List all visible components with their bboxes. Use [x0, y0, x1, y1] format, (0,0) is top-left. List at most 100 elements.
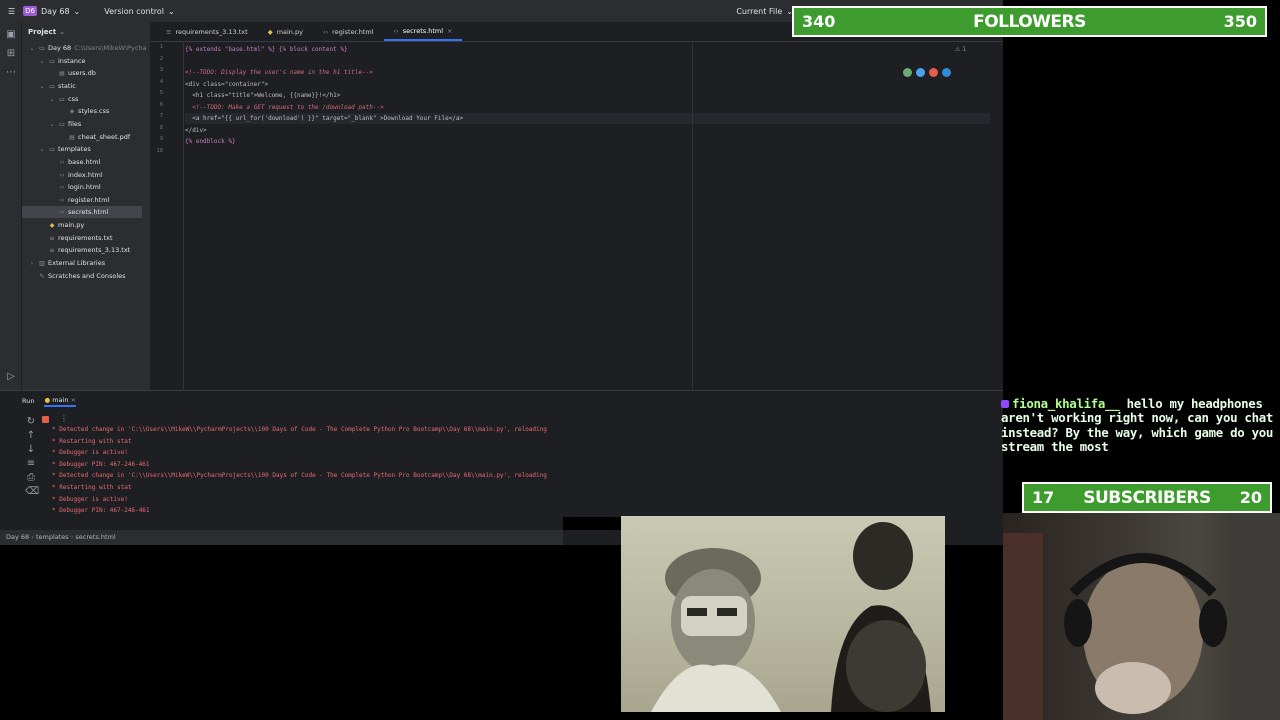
chevron-right-icon[interactable]: › — [28, 258, 36, 270]
chevron-down-icon[interactable]: ⌄ — [38, 81, 46, 93]
right-margin-guide — [692, 42, 693, 390]
chevron-down-icon[interactable]: ⌄ — [38, 144, 46, 156]
tree-item[interactable]: ✎ Scratches and Consoles — [22, 270, 125, 282]
editor-tab[interactable]: ◆ main.py — [258, 22, 313, 41]
run-panel-label: Run — [22, 397, 35, 405]
code-line[interactable]: </div> — [185, 125, 207, 136]
more-options-icon[interactable]: ⋮ — [60, 414, 68, 423]
chrome-icon[interactable] — [916, 68, 925, 77]
tree-item[interactable]: ⌄ ▭ templates — [22, 143, 91, 156]
tree-item[interactable]: › ▥ External Libraries — [22, 257, 105, 269]
line-number: 7 — [159, 113, 163, 119]
run-icon[interactable]: ▷ — [5, 371, 17, 383]
tree-item-label: templates — [58, 145, 91, 154]
css-file-icon: ◈ — [69, 108, 75, 116]
editor-tab[interactable]: ‹› secrets.html × — [383, 21, 463, 41]
pdf-file-icon: ▤ — [69, 133, 75, 141]
tree-item[interactable]: ‹› index.html — [22, 169, 103, 181]
chevron-down-icon[interactable]: ⌄ — [38, 56, 46, 68]
breadcrumb-item[interactable]: Day 68 — [6, 533, 29, 541]
print-icon[interactable]: ⎙ — [25, 472, 37, 484]
project-panel: Project ⌄ ⌄ ▭ Day 68 C:\Users\MikeW\Pycha ⌄ ▭… — [22, 22, 150, 390]
project-panel-header[interactable]: Project ⌄ — [22, 22, 150, 42]
run-config-tab[interactable]: ● main × — [44, 396, 76, 407]
tree-item-label: base.html — [68, 157, 101, 166]
code-line[interactable]: <!--TODO: Display the user's name in the… — [185, 67, 373, 78]
structure-icon[interactable]: ⊞ — [5, 48, 17, 60]
folder-icon: ▭ — [49, 57, 55, 65]
ide-window: ☰ D6 Day 68 ⌄ Version control ⌄ Current … — [0, 0, 1003, 545]
chevron-down-icon[interactable]: ⌄ — [48, 94, 56, 106]
console-line: * Detected change in 'C:\\Users\\MikeW\\… — [52, 426, 547, 433]
vcs-label: Version control — [104, 6, 164, 16]
stop-icon[interactable] — [42, 416, 49, 423]
rerun-icon[interactable]: ↻ — [25, 416, 37, 428]
text-file-icon: ≡ — [49, 234, 55, 242]
code-line[interactable]: <a href="{{ url_for('download') }}" targ… — [185, 113, 463, 124]
html-file-icon: ‹› — [59, 184, 65, 192]
run-tab-label: main — [52, 395, 69, 404]
tree-item[interactable]: ▤ users.db — [22, 67, 96, 79]
tree-item-label: css — [68, 94, 79, 103]
code-line[interactable]: <h1 class="title">Welcome, {{name}}!</h1… — [185, 90, 340, 101]
editor-tab-label: requirements_3.13.txt — [175, 27, 248, 36]
line-number: 10 — [156, 147, 163, 154]
tree-item[interactable]: ‹› register.html — [22, 194, 110, 206]
tree-item[interactable]: ⌄ ▭ static — [22, 80, 75, 93]
breadcrumb-item[interactable]: templates — [36, 533, 69, 541]
more-icon[interactable]: ⋯ — [5, 67, 17, 79]
tree-item[interactable]: ◈ styles.css — [22, 105, 110, 117]
tree-item-label: requirements.txt — [58, 233, 113, 242]
editor-tab[interactable]: ≡ requirements_3.13.txt — [156, 22, 258, 41]
inspection-widget[interactable]: ⚠ 1 — [955, 46, 966, 53]
code-line[interactable]: {% endblock %} — [185, 136, 236, 147]
vcs-menu[interactable]: Version control ⌄ — [104, 7, 174, 16]
scroll-down-icon[interactable]: ↓ — [25, 444, 37, 456]
main-menu-icon[interactable]: ☰ — [8, 7, 15, 16]
scroll-up-icon[interactable]: ↑ — [25, 430, 37, 442]
chevron-down-icon: ⌄ — [167, 6, 175, 16]
trash-icon[interactable]: ⌫ — [25, 486, 39, 498]
html-file-icon: ‹› — [59, 158, 65, 166]
code-line[interactable]: <div class="container"> — [185, 79, 268, 90]
browser-icon[interactable] — [903, 68, 912, 77]
project-switcher[interactable]: D6 Day 68 ⌄ — [23, 6, 80, 16]
chat-message: fiona_khalifa__ hello my headphones aren… — [1001, 396, 1276, 455]
html-file-icon: ‹› — [393, 26, 399, 35]
tree-item-label: requirements_3.13.txt — [58, 246, 131, 255]
tree-item[interactable]: ⌄ ▭ css — [22, 93, 78, 105]
tree-item[interactable]: ◆ main.py — [22, 219, 85, 231]
folder-icon[interactable]: ▣ — [5, 29, 17, 41]
tree-item[interactable]: ≡ requirements.txt — [22, 232, 113, 244]
album-art-figures — [651, 522, 931, 712]
tree-item[interactable]: ≡ requirements_3.13.txt — [22, 244, 130, 256]
firefox-icon[interactable] — [929, 68, 938, 77]
console-line: * Restarting with stat — [52, 484, 132, 491]
run-config-selector[interactable]: Current File ⌄ — [736, 7, 793, 16]
tree-item[interactable]: ‹› base.html — [22, 156, 101, 168]
code-line[interactable]: <!--TODO: Make a GET request to the /dow… — [185, 102, 383, 113]
text-file-icon: ≡ — [49, 247, 55, 255]
close-icon[interactable]: × — [447, 21, 452, 41]
tree-item[interactable]: ⌄ ▭ Day 68 C:\Users\MikeW\Pycha — [22, 42, 146, 55]
tree-item[interactable]: ⌄ ▭ files — [22, 118, 81, 130]
code-line[interactable]: {% extends "base.html" %} {% block conte… — [185, 44, 348, 55]
close-icon[interactable]: × — [71, 396, 76, 404]
tree-item[interactable]: ‹› secrets.html — [22, 206, 142, 219]
streamer-silhouette — [1003, 513, 1280, 720]
console-line: * Debugger PIN: 467-246-461 — [52, 507, 150, 515]
followers-label: FOLLOWERS — [973, 11, 1086, 32]
edge-icon[interactable] — [942, 68, 951, 77]
inspection-count: 1 — [962, 46, 967, 53]
tree-item[interactable]: ⌄ ▭ instance — [22, 55, 85, 68]
chevron-down-icon[interactable]: ⌄ — [28, 43, 36, 55]
breadcrumb-item[interactable]: secrets.html — [75, 533, 115, 541]
run-toolbar: ↻ ↑ ↓ ≡ ⎙ ⌫ — [22, 414, 40, 524]
tree-item[interactable]: ‹› login.html — [22, 181, 101, 193]
editor-tab[interactable]: ‹› register.html — [313, 22, 384, 41]
soft-wrap-icon[interactable]: ≡ — [25, 458, 37, 470]
tree-item-label: files — [68, 119, 82, 128]
tree-item[interactable]: ▤ cheat_sheet.pdf — [22, 131, 130, 143]
chevron-down-icon: ⌄ — [59, 28, 65, 36]
chevron-down-icon[interactable]: ⌄ — [48, 119, 56, 131]
